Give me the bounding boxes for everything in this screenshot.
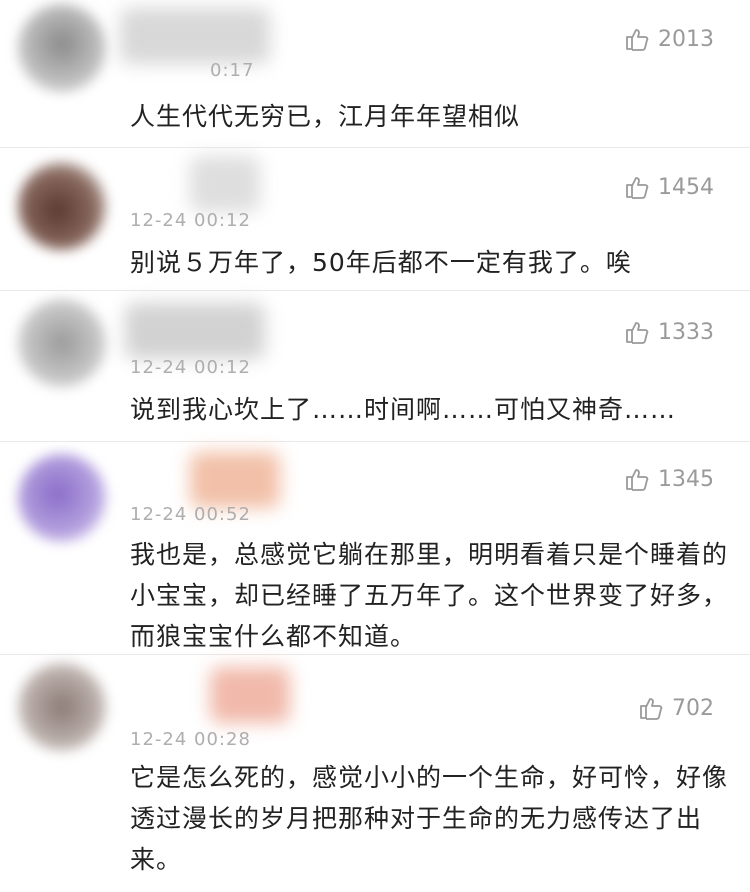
comment-item: 2013 0:17 人生代代无穷已，江月年年望相似 — [0, 0, 750, 147]
like-count: 702 — [672, 695, 714, 721]
comment-item: 1454 12-24 00:12 别说５万年了，50年后都不一定有我了。唉 — [0, 148, 750, 290]
avatar[interactable] — [18, 454, 106, 542]
like-count: 1333 — [658, 319, 714, 345]
thumbs-up-icon — [626, 29, 649, 51]
thumbs-up-icon — [640, 698, 663, 720]
username-blurred[interactable] — [125, 303, 265, 359]
username-blurred[interactable] — [210, 667, 290, 723]
like-count: 2013 — [658, 26, 714, 52]
comment-text: 人生代代无穷已，江月年年望相似 — [130, 102, 521, 131]
avatar[interactable] — [18, 162, 106, 250]
timestamp: 12-24 00:12 — [130, 210, 251, 231]
avatar[interactable] — [18, 663, 106, 751]
comment-text: 别说５万年了，50年后都不一定有我了。唉 — [130, 248, 632, 277]
comment-text: 它是怎么死的，感觉小小的一个生命，好可怜，好像透过漫长的岁月把那种对于生命的无力… — [130, 763, 729, 874]
timestamp: 12-24 00:28 — [130, 729, 251, 750]
like-button[interactable]: 1333 — [624, 319, 714, 345]
timestamp: 12-24 00:52 — [130, 504, 251, 525]
comment-text: 说到我心坎上了……时间啊……可怕又神奇…… — [130, 395, 677, 424]
like-button[interactable]: 702 — [638, 695, 714, 721]
thumbs-up-icon — [626, 322, 649, 344]
avatar[interactable] — [18, 299, 106, 387]
timestamp: 0:17 — [210, 60, 255, 81]
username-blurred[interactable] — [190, 156, 260, 212]
like-count: 1345 — [658, 466, 714, 492]
like-button[interactable]: 1345 — [624, 466, 714, 492]
comment-item: 1345 12-24 00:52 我也是，总感觉它躺在那里，明明看着只是个睡着的… — [0, 442, 750, 654]
like-button[interactable]: 2013 — [624, 26, 714, 52]
thumbs-up-icon — [626, 177, 649, 199]
timestamp: 12-24 00:12 — [130, 357, 251, 378]
avatar[interactable] — [18, 4, 106, 92]
comment-text: 我也是，总感觉它躺在那里，明明看着只是个睡着的小宝宝，却已经睡了五万年了。这个世… — [130, 540, 729, 651]
username-blurred[interactable] — [120, 8, 270, 64]
comment-item: 1333 12-24 00:12 说到我心坎上了……时间啊……可怕又神奇…… — [0, 291, 750, 441]
thumbs-up-icon — [626, 469, 649, 491]
like-button[interactable]: 1454 — [624, 174, 714, 200]
comment-item: 702 12-24 00:28 它是怎么死的，感觉小小的一个生命，好可怜，好像透… — [0, 655, 750, 892]
like-count: 1454 — [658, 174, 714, 200]
username-blurred[interactable] — [190, 452, 280, 508]
